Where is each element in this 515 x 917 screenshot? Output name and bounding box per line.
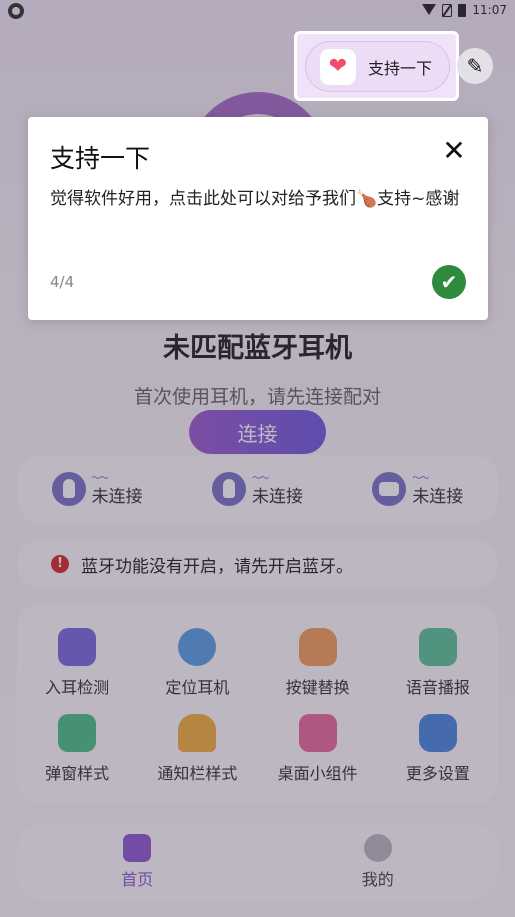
- confirm-check-icon[interactable]: ✔: [432, 265, 466, 299]
- support-label: 支持一下: [368, 58, 433, 78]
- pencil-icon: ✎: [466, 54, 484, 78]
- edit-button[interactable]: ✎: [457, 48, 493, 84]
- support-button[interactable]: ❤ 支持一下: [305, 41, 450, 92]
- dialog-message: 觉得软件好用，点击此处可以对给予我们🍗支持~感谢: [50, 189, 460, 209]
- heart-icon: ❤: [320, 48, 356, 85]
- app-screen: 11:07 未匹配蓝牙耳机 首次使用耳机，请先连接配对 连接 〜〜 未连接 〜〜…: [0, 0, 515, 917]
- dialog-title: 支持一下: [50, 144, 151, 173]
- guide-dialog: 支持一下 ✕ 觉得软件好用，点击此处可以对给予我们🍗支持~感谢 4/4 ✔: [28, 117, 488, 320]
- close-icon[interactable]: ✕: [438, 135, 470, 167]
- step-indicator: 4/4: [50, 273, 75, 291]
